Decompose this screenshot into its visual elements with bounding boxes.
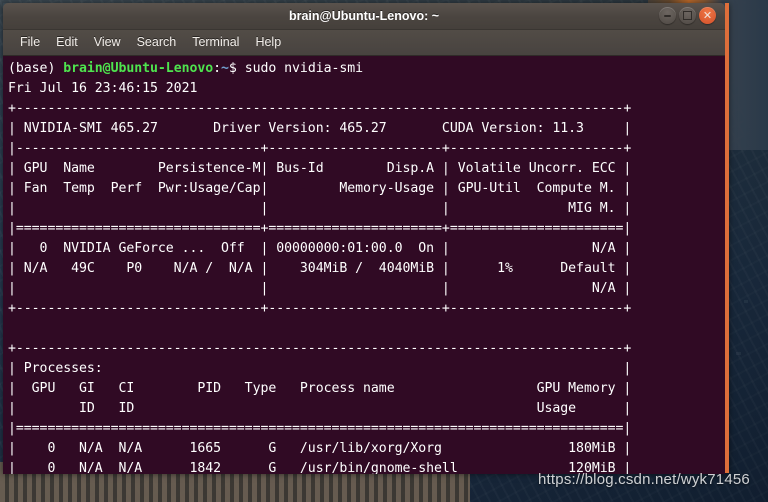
window-controls[interactable]: ✕ <box>659 7 716 24</box>
smi-output-line: |=======================================… <box>8 421 632 436</box>
prompt-path: ~ <box>221 61 229 76</box>
menubar[interactable]: File Edit View Search Terminal Help <box>3 30 725 56</box>
menu-item-help[interactable]: Help <box>247 34 289 51</box>
smi-output-line: +---------------------------------------… <box>8 101 632 116</box>
wallpaper-detail <box>736 352 741 355</box>
smi-output-line: | Fan Temp Perf Pwr:Usage/Cap| Memory-Us… <box>8 181 632 196</box>
smi-output-line: |-------------------------------+-------… <box>8 141 632 156</box>
prompt-user-host: brain@Ubuntu-Lenovo <box>63 61 214 76</box>
smi-output-line: +---------------------------------------… <box>8 341 632 356</box>
terminal-output[interactable]: (base) brain@Ubuntu-Lenovo:~$ sudo nvidi… <box>5 58 725 474</box>
minimize-icon <box>664 14 671 17</box>
close-button[interactable]: ✕ <box>699 7 716 24</box>
menu-item-view[interactable]: View <box>86 34 129 51</box>
smi-output-line: | 0 NVIDIA GeForce ... Off | 00000000:01… <box>8 241 632 256</box>
smi-output-line: | NVIDIA-SMI 465.27 Driver Version: 465.… <box>8 121 632 136</box>
smi-output-line: | ID ID Usage | <box>8 401 632 416</box>
minimize-button[interactable] <box>659 7 676 24</box>
window-title: brain@Ubuntu-Lenovo: ~ <box>288 9 440 23</box>
menu-item-edit[interactable]: Edit <box>48 34 86 51</box>
menu-item-search[interactable]: Search <box>129 34 185 51</box>
smi-output-line: | GPU GI CI PID Type Process name GPU Me… <box>8 381 632 396</box>
smi-output-line: | N/A 49C P0 N/A / N/A | 304MiB / 4040Mi… <box>8 261 632 276</box>
smi-output-line: | GPU Name Persistence-M| Bus-Id Disp.A … <box>8 161 632 176</box>
smi-timestamp: Fri Jul 16 23:46:15 2021 <box>8 81 198 96</box>
wallpaper-detail <box>744 300 748 303</box>
smi-output-line: | Processes: | <box>8 361 632 376</box>
close-icon: ✕ <box>702 9 713 22</box>
smi-output-line: +-------------------------------+-------… <box>8 301 632 316</box>
window-titlebar[interactable]: brain@Ubuntu-Lenovo: ~ ✕ <box>3 3 725 30</box>
smi-output-line: | 0 N/A N/A 1665 G /usr/lib/xorg/Xorg 18… <box>8 441 632 456</box>
watermark-text: https://blog.csdn.net/wyk71456 <box>538 471 750 488</box>
smi-output-line: | | | MIG M. | <box>8 201 632 216</box>
maximize-button[interactable] <box>679 7 696 24</box>
prompt-env: (base) <box>8 61 64 76</box>
prompt-sigil: $ <box>228 61 245 76</box>
menu-item-terminal[interactable]: Terminal <box>184 34 247 51</box>
smi-output-line: | | | N/A | <box>8 281 632 296</box>
maximize-icon <box>683 11 692 20</box>
smi-output-line: |===============================+=======… <box>8 221 632 236</box>
menu-item-file[interactable]: File <box>12 34 48 51</box>
prompt-colon: : <box>213 61 222 76</box>
command-line: sudo nvidia-smi <box>244 61 364 76</box>
smi-output-line <box>8 321 631 336</box>
terminal-body[interactable]: (base) brain@Ubuntu-Lenovo:~$ sudo nvidi… <box>3 56 725 474</box>
terminal-window[interactable]: brain@Ubuntu-Lenovo: ~ ✕ File Edit View … <box>3 3 729 474</box>
